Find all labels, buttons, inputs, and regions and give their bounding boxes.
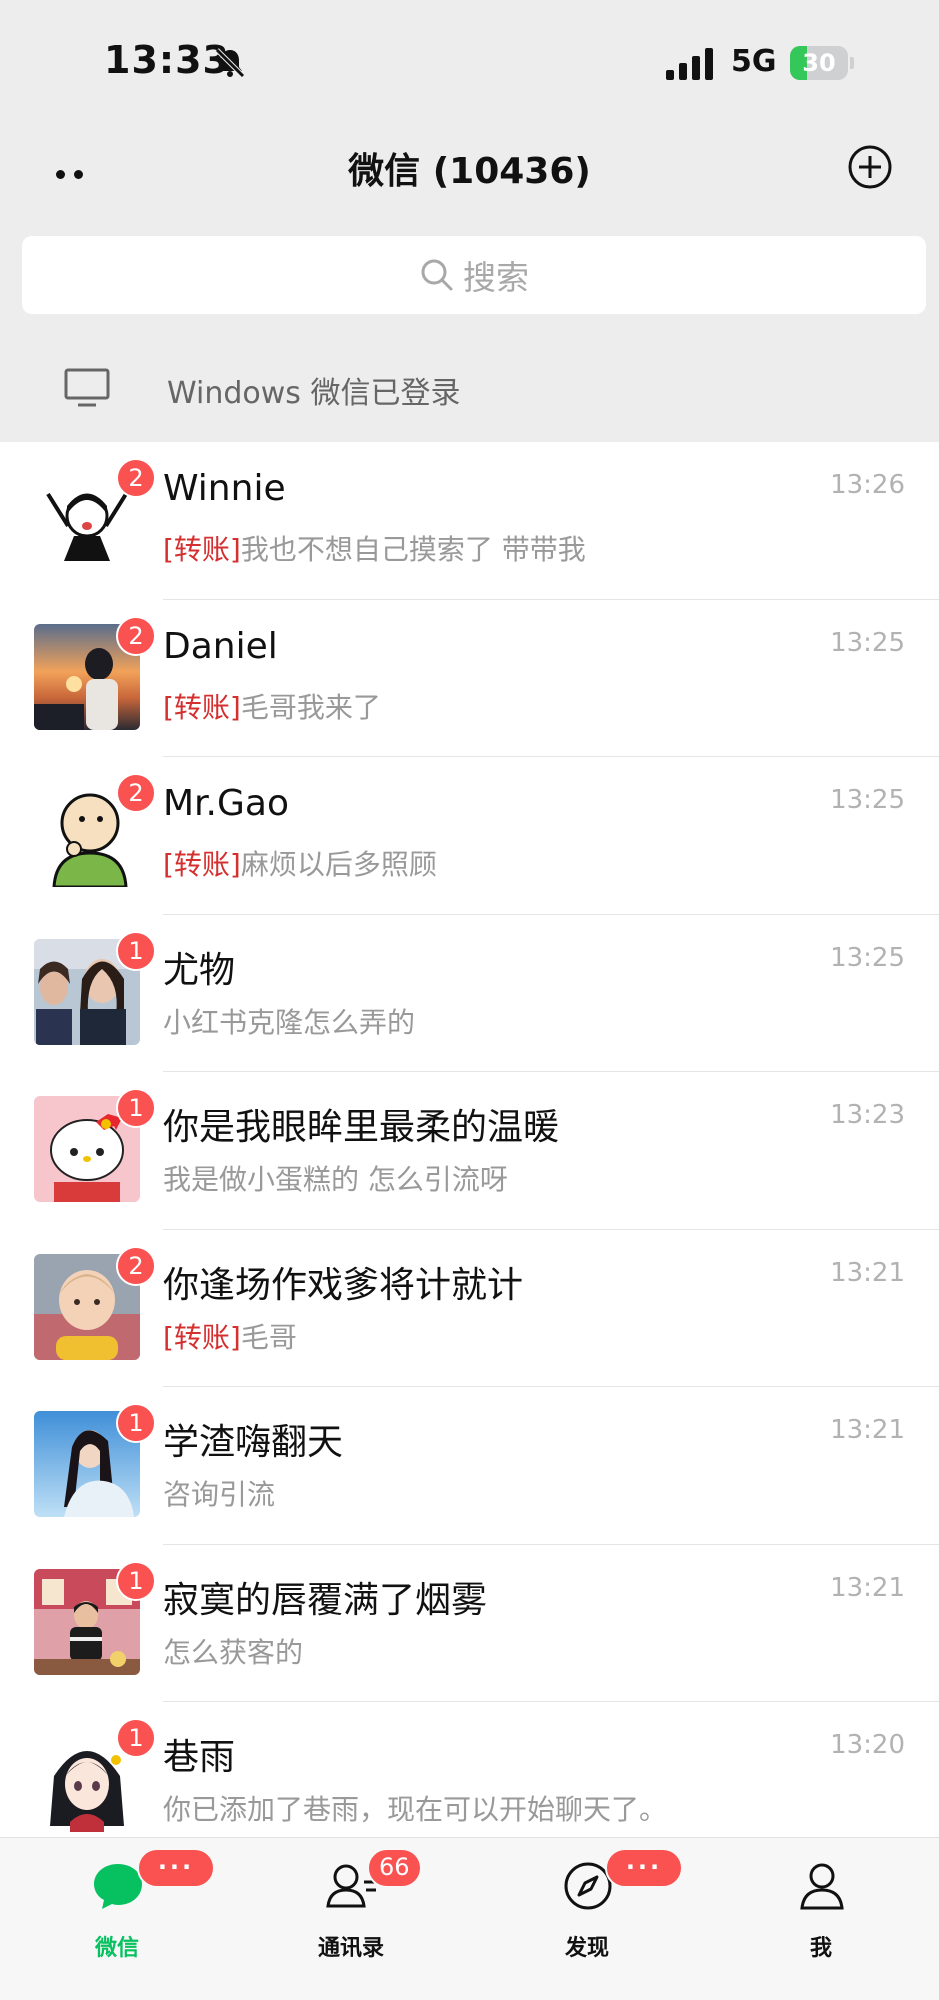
chat-row[interactable]: 1 巷雨 13:20 你已添加了巷雨，现在可以开始聊天了。	[0, 1702, 939, 1837]
tab-me[interactable]: 我	[741, 1838, 901, 1968]
status-time: 13:33	[104, 38, 230, 82]
transfer-tag: [转账]	[163, 848, 241, 881]
chat-row[interactable]: 1 寂寞的唇覆满了烟雾 13:21 怎么获客的	[0, 1545, 939, 1702]
tab-label: 通讯录	[317, 1936, 384, 1961]
transfer-tag: [转账]	[163, 1320, 241, 1354]
unread-badge: 1	[116, 1088, 156, 1128]
chat-list: 2 Winnie 13:26 [转账]我也不想自己摸索了 带带我 2 Danie…	[0, 442, 939, 1837]
status-bar: 13:33 5G 30	[0, 0, 939, 120]
tab-label: 微信	[94, 1936, 139, 1961]
chat-preview-text: 麻烦以后多照顾	[240, 848, 437, 881]
chat-preview: [转账]麻烦以后多照顾	[163, 843, 437, 883]
person-icon	[800, 1863, 844, 1910]
search-placeholder: 搜索	[463, 258, 529, 297]
tab-badge: ···	[605, 1848, 683, 1888]
unread-badge: 2	[116, 615, 156, 656]
chat-preview: [转账]毛哥我来了	[163, 686, 381, 726]
unread-badge: 2	[116, 458, 156, 498]
chat-preview: 怎么获客的	[163, 1631, 303, 1671]
chat-name: 寂寞的唇覆满了烟雾	[163, 1579, 488, 1621]
search-input[interactable]: 搜索	[22, 236, 926, 314]
chat-name: Mr.Gao	[163, 783, 289, 824]
unread-badge: 1	[116, 1403, 156, 1443]
chat-name: 你是我眼眸里最柔的温暖	[163, 1107, 560, 1148]
unread-badge: 1	[116, 930, 156, 971]
tab-chats[interactable]: ··· 微信	[37, 1838, 215, 1968]
search-icon	[421, 259, 453, 291]
chat-preview-text: 毛哥我来了	[240, 690, 381, 724]
chat-name: 巷雨	[163, 1737, 236, 1778]
chat-preview-text: 我是做小蛋糕的 怎么引流呀	[163, 1163, 508, 1196]
chat-time: 13:21	[830, 1415, 905, 1445]
nav-header: 微信 (10436)	[0, 120, 939, 230]
chat-preview-text: 毛哥	[240, 1320, 297, 1354]
unread-badge: 2	[116, 773, 156, 813]
chat-time: 13:20	[830, 1730, 905, 1760]
tab-label: 我	[809, 1936, 832, 1961]
chat-name: 尤物	[163, 949, 236, 991]
chat-preview: [转账]我也不想自己摸索了 带带我	[163, 528, 586, 568]
tab-bar: ··· 微信 66 通讯录 ··· 发现 我	[0, 1837, 939, 2000]
add-circle-icon[interactable]	[847, 144, 893, 190]
tab-badge: 66	[367, 1848, 422, 1888]
chat-name: Daniel	[163, 625, 278, 667]
chat-row[interactable]: 2 Mr.Gao 13:25 [转账]麻烦以后多照顾	[0, 757, 939, 915]
unread-badge: 1	[116, 1718, 156, 1758]
chat-preview: 咨询引流	[163, 1473, 275, 1513]
chat-name: 你逢场作戏爹将计就计	[163, 1264, 524, 1306]
chat-preview: 小红书克隆怎么弄的	[163, 1001, 415, 1041]
chat-preview: 我是做小蛋糕的 怎么引流呀	[163, 1158, 508, 1198]
chat-time: 13:25	[830, 785, 905, 815]
chat-time: 13:25	[830, 942, 905, 973]
chat-time: 13:21	[830, 1572, 905, 1603]
tab-contacts[interactable]: 66 通讯录	[271, 1838, 431, 1968]
tab-label: 发现	[564, 1936, 609, 1961]
chat-preview-text: 怎么获客的	[163, 1635, 304, 1669]
transfer-tag: [转账]	[163, 690, 241, 724]
login-banner-text: Windows 微信已登录	[167, 376, 461, 411]
unread-badge: 2	[116, 1245, 156, 1286]
chat-row[interactable]: 2 Winnie 13:26 [转账]我也不想自己摸索了 带带我	[0, 442, 939, 600]
chat-preview-text: 小红书克隆怎么弄的	[163, 1005, 416, 1039]
battery-percent: 30	[802, 49, 836, 77]
chat-name: Winnie	[163, 468, 286, 509]
chat-preview-text: 我也不想自己摸索了 带带我	[240, 533, 586, 566]
chat-time: 13:25	[830, 627, 905, 658]
chat-row[interactable]: 1 学渣嗨翻天 13:21 咨询引流	[0, 1387, 939, 1545]
signal-icon	[666, 48, 713, 80]
battery-icon: 30	[790, 46, 854, 80]
chat-row[interactable]: 1 你是我眼眸里最柔的温暖 13:23 我是做小蛋糕的 怎么引流呀	[0, 1072, 939, 1230]
desktop-login-banner[interactable]: Windows 微信已登录	[0, 330, 939, 442]
bell-muted-icon	[215, 48, 245, 78]
chat-preview-text: 咨询引流	[163, 1478, 276, 1511]
unread-badge: 1	[116, 1560, 156, 1601]
network-label: 5G	[731, 44, 777, 79]
chat-row[interactable]: 1 尤物 13:25 小红书克隆怎么弄的	[0, 915, 939, 1072]
chat-time: 13:23	[830, 1100, 905, 1130]
chat-preview: 你已添加了巷雨，现在可以开始聊天了。	[163, 1788, 667, 1828]
chat-row[interactable]: 2 Daniel 13:25 [转账]毛哥我来了	[0, 600, 939, 757]
chat-preview-text: 你已添加了巷雨，现在可以开始聊天了。	[163, 1793, 668, 1826]
chat-name: 学渣嗨翻天	[163, 1422, 344, 1463]
chat-row[interactable]: 2 你逢场作戏爹将计就计 13:21 [转账]毛哥	[0, 1230, 939, 1387]
monitor-icon	[64, 368, 110, 407]
chat-time: 13:21	[830, 1257, 905, 1288]
transfer-tag: [转账]	[163, 533, 241, 566]
page-title: 微信 (10436)	[348, 151, 591, 192]
chat-time: 13:26	[830, 470, 905, 500]
tab-badge: ···	[137, 1848, 215, 1888]
chat-preview: [转账]毛哥	[163, 1316, 297, 1356]
tab-discover[interactable]: ··· 发现	[507, 1838, 683, 1968]
